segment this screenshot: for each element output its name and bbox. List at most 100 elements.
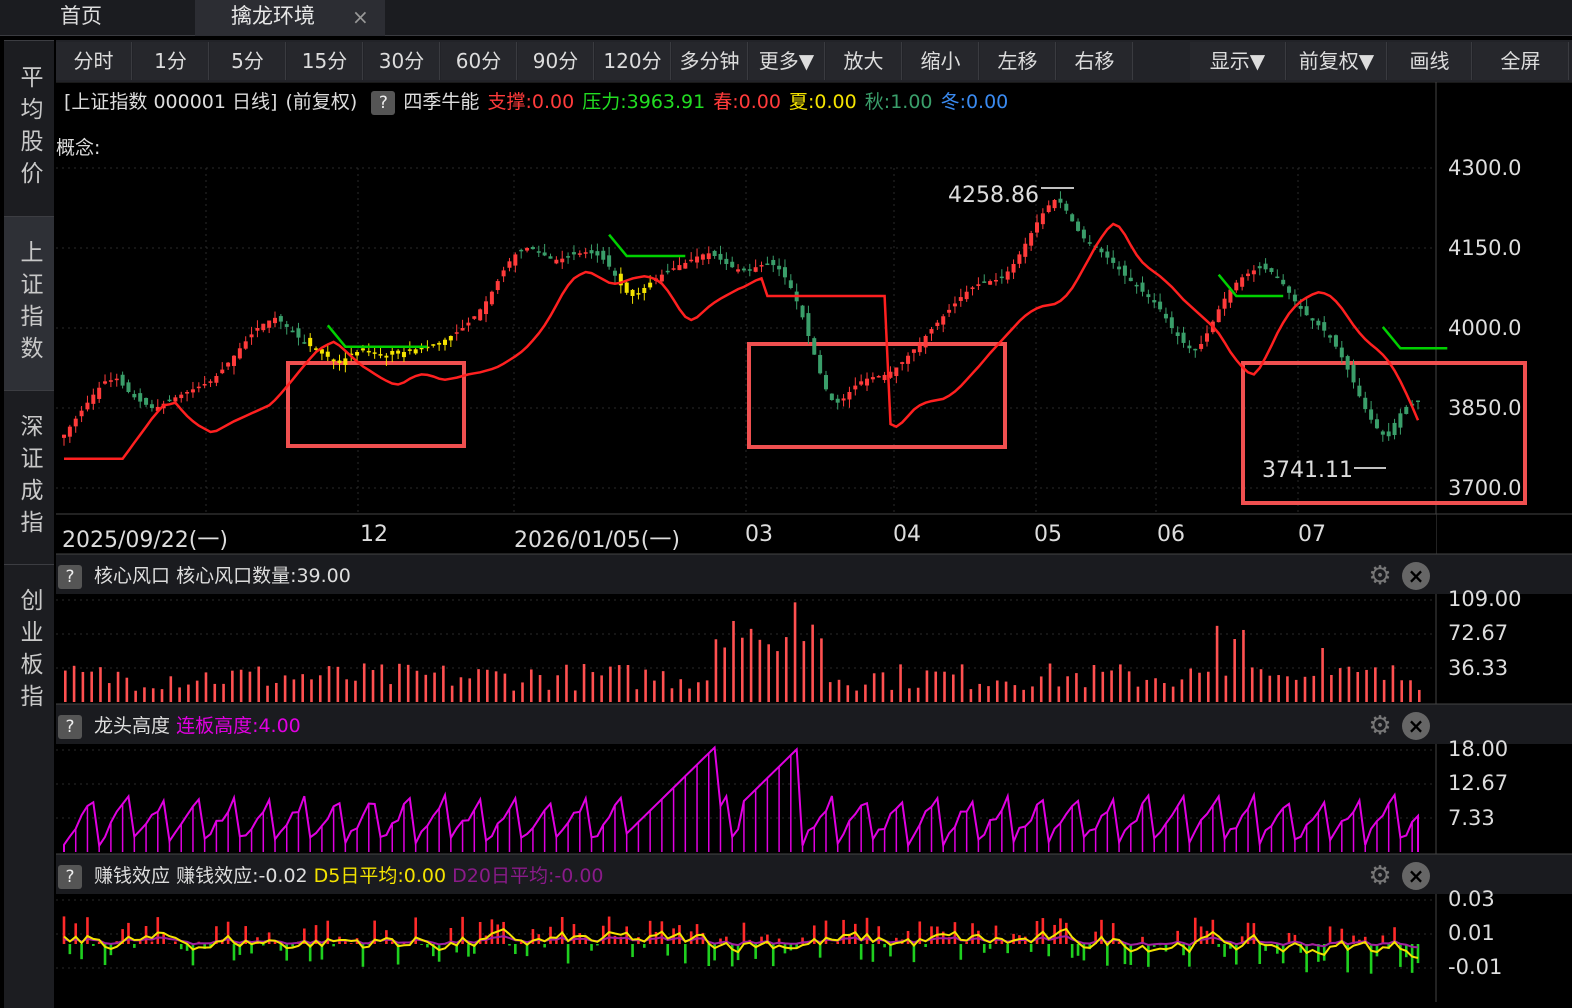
hot-concept-bar <box>90 671 93 702</box>
close-icon[interactable]: × <box>1402 712 1430 740</box>
hot-concept-bar <box>151 688 155 702</box>
candle-body <box>548 256 553 259</box>
candle-body <box>1404 406 1409 414</box>
candle-body <box>1298 305 1303 309</box>
sidebar-item-chinext[interactable]: 创业板指 <box>4 564 54 738</box>
hot-concept-bar <box>661 671 665 702</box>
candle-body <box>519 249 524 252</box>
candle-body <box>220 369 225 374</box>
money-effect-bar <box>695 924 699 944</box>
close-tab-icon[interactable]: × <box>352 0 369 34</box>
gear-icon[interactable]: ⚙ <box>1366 712 1394 740</box>
candle-body <box>79 410 84 417</box>
candle-body <box>1146 294 1151 298</box>
candle-body <box>196 386 201 389</box>
candle-body <box>870 377 875 380</box>
pane2-value: 连板高度:4.00 <box>176 715 301 737</box>
candle-body <box>384 355 389 358</box>
x-tick: 06 <box>1157 522 1185 547</box>
money-effect-bar <box>1070 944 1074 958</box>
help-icon[interactable]: ? <box>58 715 82 739</box>
hot-concept-bar <box>239 669 243 702</box>
btn-move-left[interactable]: 左移 <box>980 42 1056 80</box>
candle-body <box>536 251 541 253</box>
money-effect-bar <box>982 944 986 953</box>
btn-intraday[interactable]: 分时 <box>56 42 132 80</box>
btn-forward-adjust[interactable]: 前复权▼ <box>1287 42 1387 80</box>
candle-body <box>636 293 641 295</box>
candle-body <box>179 394 184 399</box>
candle-body <box>185 392 190 394</box>
candle-body <box>1246 273 1251 277</box>
hot-concept-bar <box>99 667 102 702</box>
help-icon[interactable]: ? <box>371 91 396 115</box>
hot-concept-bar <box>301 674 304 702</box>
candle-body <box>765 263 770 266</box>
candle-body <box>1140 282 1145 292</box>
btn-move-right[interactable]: 右移 <box>1057 42 1133 80</box>
candle-body <box>530 247 535 250</box>
money-effect-bar <box>549 926 552 944</box>
candle-body <box>1017 254 1022 264</box>
btn-1min[interactable]: 1分 <box>133 42 209 80</box>
hot-concept-bar <box>354 680 357 702</box>
candle-body <box>478 309 483 321</box>
btn-120min[interactable]: 120分 <box>595 42 671 80</box>
hot-concept-bar <box>591 672 595 702</box>
hot-concept-bar <box>477 669 480 702</box>
hot-concept-bar <box>741 637 744 702</box>
candle-body <box>1058 198 1063 203</box>
hot-concept-bar <box>1198 672 1201 702</box>
candle-body <box>1111 257 1116 263</box>
hot-concept-bar <box>231 670 234 702</box>
candle-body <box>958 297 963 301</box>
btn-60min[interactable]: 60分 <box>441 42 517 80</box>
btn-display[interactable]: 显示▼ <box>1190 42 1286 80</box>
hot-concept-bar <box>1365 669 1368 702</box>
btn-zoom-in[interactable]: 放大 <box>826 42 902 80</box>
btn-multi-min[interactable]: 多分钟 <box>672 42 748 80</box>
close-icon[interactable]: × <box>1402 862 1430 890</box>
sidebar-item-avg-price[interactable]: 平均股价 <box>4 40 54 216</box>
candle-body <box>1269 268 1274 272</box>
btn-more[interactable]: 更多▼ <box>749 42 825 80</box>
money-effect-bar <box>1410 944 1414 973</box>
candle-body <box>1292 294 1297 302</box>
hot-concept-bar <box>494 671 498 702</box>
candle-body <box>296 328 301 338</box>
money-effect-bar <box>601 925 605 944</box>
hot-concept-bar <box>64 670 67 702</box>
gear-icon[interactable]: ⚙ <box>1366 562 1394 590</box>
candle-body <box>1392 422 1397 436</box>
hot-concept-bar <box>881 672 885 702</box>
hot-concept-bar <box>406 664 410 702</box>
money-effect-bar <box>267 932 271 944</box>
hot-concept-bar <box>336 666 340 702</box>
btn-5min[interactable]: 5分 <box>210 42 286 80</box>
candle-body <box>894 367 899 377</box>
help-icon[interactable]: ? <box>58 865 82 889</box>
help-icon[interactable]: ? <box>58 565 82 589</box>
btn-15min[interactable]: 15分 <box>287 42 363 80</box>
gear-icon[interactable]: ⚙ <box>1366 862 1394 890</box>
btn-90min[interactable]: 90分 <box>518 42 594 80</box>
btn-draw-line[interactable]: 画线 <box>1388 42 1472 80</box>
candle-body <box>601 250 606 260</box>
sidebar-item-shanghai[interactable]: 上证指数 <box>4 216 54 390</box>
candle-body <box>448 336 453 341</box>
btn-30min[interactable]: 30分 <box>364 42 440 80</box>
money-effect-bar <box>930 926 933 944</box>
btn-fullscreen[interactable]: 全屏 <box>1473 42 1569 80</box>
hot-concept-bar <box>459 677 463 702</box>
candle-body <box>1117 266 1122 270</box>
candle-body <box>595 251 600 256</box>
sidebar-item-shenzhen[interactable]: 深证成指 <box>4 390 54 564</box>
close-icon[interactable]: × <box>1402 562 1430 590</box>
candle-body <box>1152 300 1157 303</box>
candle-body <box>1134 284 1139 287</box>
money-effect-bar <box>1305 944 1308 973</box>
btn-zoom-out[interactable]: 缩小 <box>903 42 979 80</box>
candle-body <box>923 336 928 348</box>
pane1-value: 核心风口数量:39.00 <box>176 565 351 587</box>
tab-home[interactable]: 首页 <box>0 0 192 36</box>
